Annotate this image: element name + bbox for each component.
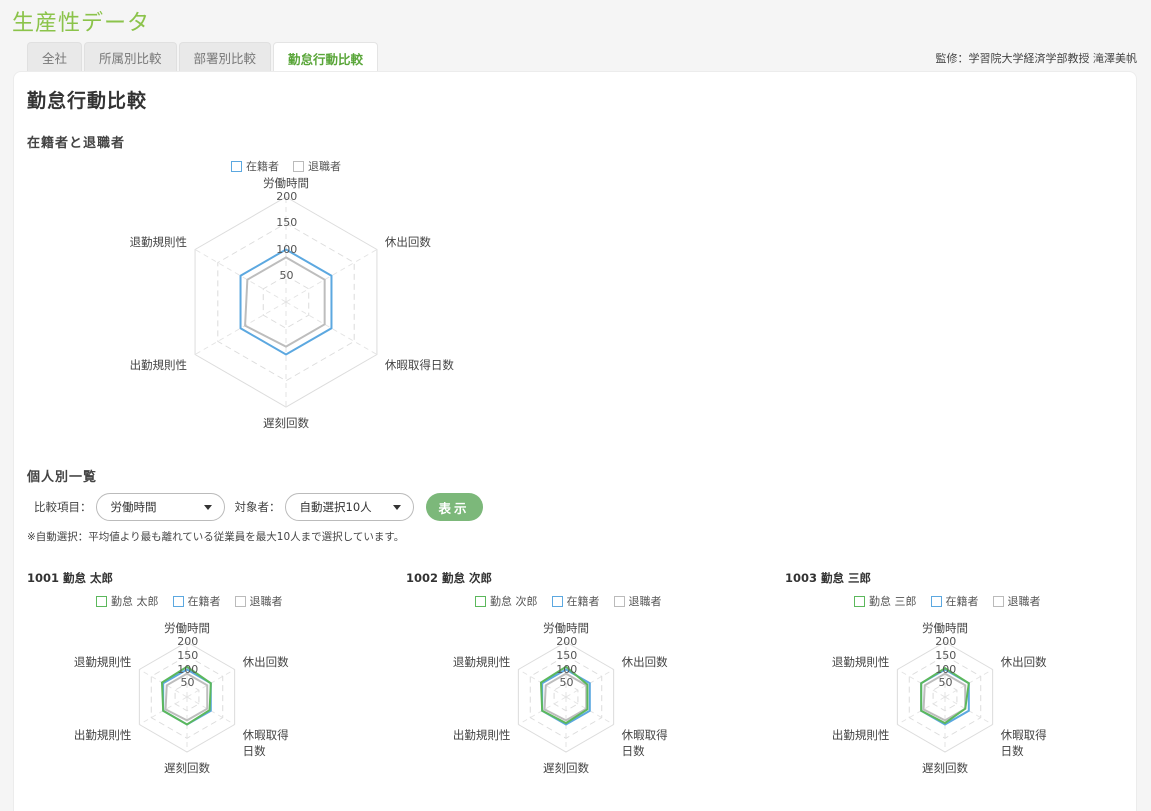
- axis-label: 労働時間: [922, 621, 968, 635]
- axis-label: 休出回数: [1000, 654, 1047, 669]
- axis-label: 遅刻回数: [922, 761, 968, 775]
- axis-label: 退勤規則性: [831, 654, 890, 669]
- tick-label: 150: [935, 648, 957, 662]
- axis-label: 出勤規則性: [831, 727, 890, 742]
- tick-label: 200: [935, 635, 957, 648]
- tick-label: 100: [935, 662, 957, 676]
- axis-label: 休暇取得日数: [1000, 727, 1047, 758]
- tick-label: 50: [938, 676, 953, 690]
- radar-chart-3: [896, 641, 994, 753]
